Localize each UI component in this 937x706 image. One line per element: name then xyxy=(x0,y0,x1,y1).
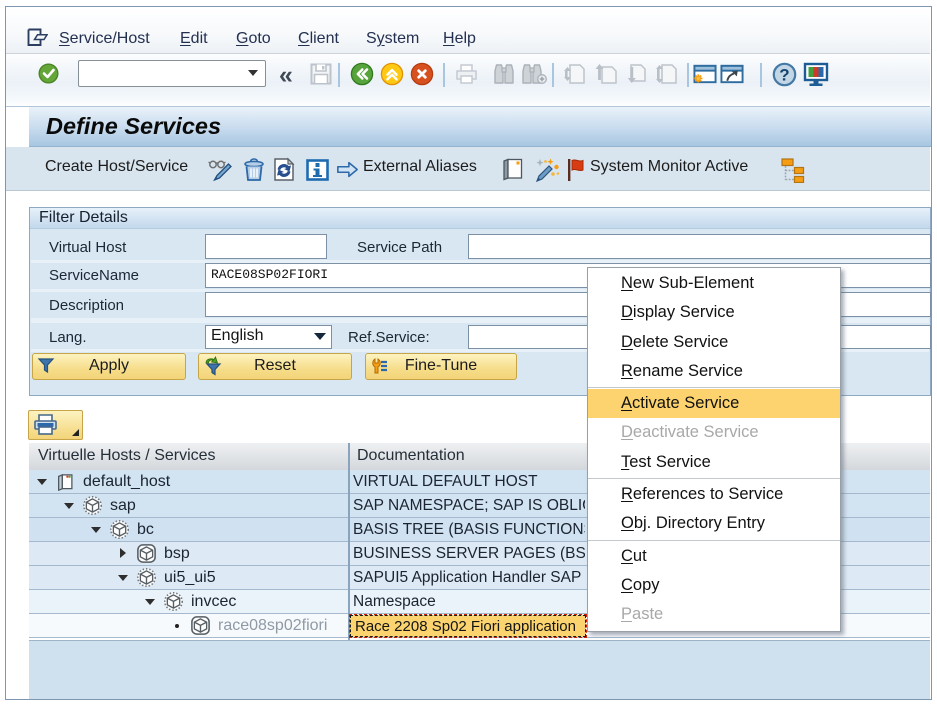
svg-text:?: ? xyxy=(779,66,789,85)
